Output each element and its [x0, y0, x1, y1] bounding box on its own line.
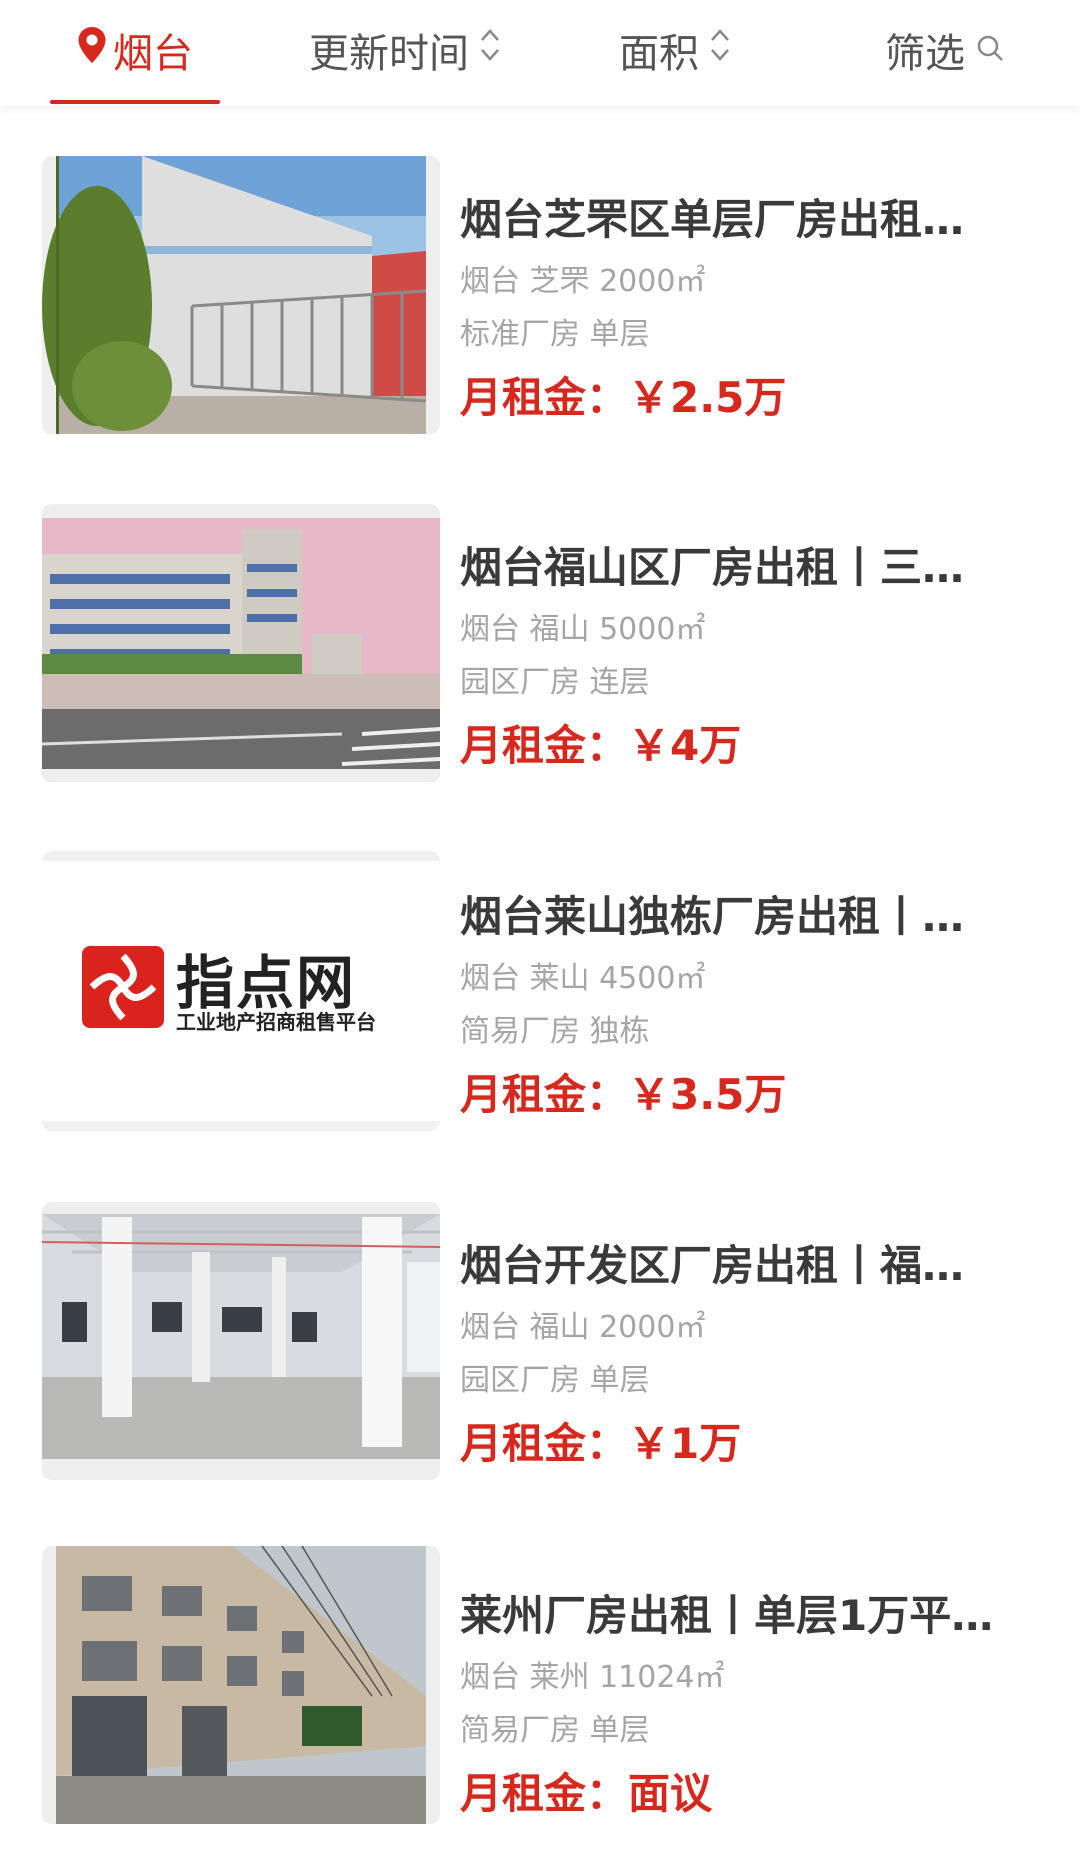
update-time-sort[interactable]: 更新时间 [290, 0, 520, 100]
listing-type: 简易厂房 单层 [460, 1713, 650, 1748]
listing-price: 月租金：面议 [460, 1769, 713, 1818]
listing-type: 园区厂房 连层 [460, 665, 650, 700]
listing-price: 月租金：￥2.5万 [460, 373, 787, 422]
sort-arrows-icon [709, 27, 731, 73]
listing-title: 莱州厂房出租丨单层1万平… [460, 1591, 994, 1640]
update-time-label: 更新时间 [309, 31, 469, 77]
logo-tagline: 工业地产招商租售平台 [176, 1010, 376, 1034]
filter-label: 筛选 [885, 31, 965, 77]
listing-image [42, 156, 440, 434]
sort-arrows-icon [479, 27, 501, 73]
city-filter-label: 烟台 [113, 31, 193, 77]
city-filter-tab[interactable]: 烟台 [50, 0, 220, 100]
listing-location: 烟台 芝罘 2000㎡ [460, 264, 706, 299]
listing-location: 烟台 福山 5000㎡ [460, 612, 706, 647]
listing-location: 烟台 莱州 11024㎡ [460, 1660, 725, 1695]
listing-title: 烟台开发区厂房出租丨福… [460, 1241, 965, 1290]
area-sort[interactable]: 面积 [600, 0, 750, 100]
listing-card[interactable]: 烟台开发区厂房出租丨福… 烟台 福山 2000㎡ 园区厂房 单层 月租金：￥1万 [0, 1192, 1080, 1492]
filter-button[interactable]: 筛选 [870, 0, 1020, 100]
listing-type: 标准厂房 单层 [460, 317, 650, 352]
zhidianwang-logo: 指点网 工业地产招商租售平台 [42, 851, 440, 1131]
listing-image [42, 504, 440, 782]
listing-title: 烟台莱山独栋厂房出租丨… [460, 892, 965, 941]
listing-type: 简易厂房 独栋 [460, 1014, 650, 1049]
listing-location: 烟台 莱山 4500㎡ [460, 961, 706, 996]
filter-bar: 烟台 更新时间 面积 筛选 [0, 0, 1080, 106]
search-icon [975, 27, 1005, 73]
listing-price: 月租金：￥1万 [460, 1419, 742, 1468]
listing-card[interactable]: 指点网 工业地产招商租售平台 烟台莱山独栋厂房出租丨… 烟台 莱山 4500㎡ … [0, 843, 1080, 1143]
listing-card[interactable]: 烟台福山区厂房出租丨三… 烟台 福山 5000㎡ 园区厂房 连层 月租金：￥4万 [0, 494, 1080, 794]
listing-location: 烟台 福山 2000㎡ [460, 1310, 706, 1345]
listing-image [42, 1202, 440, 1480]
listing-price: 月租金：￥3.5万 [460, 1070, 787, 1119]
listing-image [42, 1546, 440, 1824]
active-tab-indicator [50, 100, 220, 104]
listing-title: 烟台福山区厂房出租丨三… [460, 543, 965, 592]
listing-card[interactable]: 烟台芝罘区单层厂房出租… 烟台 芝罘 2000㎡ 标准厂房 单层 月租金：￥2.… [0, 146, 1080, 446]
listing-price: 月租金：￥4万 [460, 721, 742, 770]
area-label: 面积 [619, 31, 699, 77]
listing-card[interactable]: 莱州厂房出租丨单层1万平… 烟台 莱州 11024㎡ 简易厂房 单层 月租金：面… [0, 1542, 1080, 1842]
listing-type: 园区厂房 单层 [460, 1363, 650, 1398]
listing-title: 烟台芝罘区单层厂房出租… [460, 195, 965, 244]
location-pin-icon [77, 26, 107, 74]
